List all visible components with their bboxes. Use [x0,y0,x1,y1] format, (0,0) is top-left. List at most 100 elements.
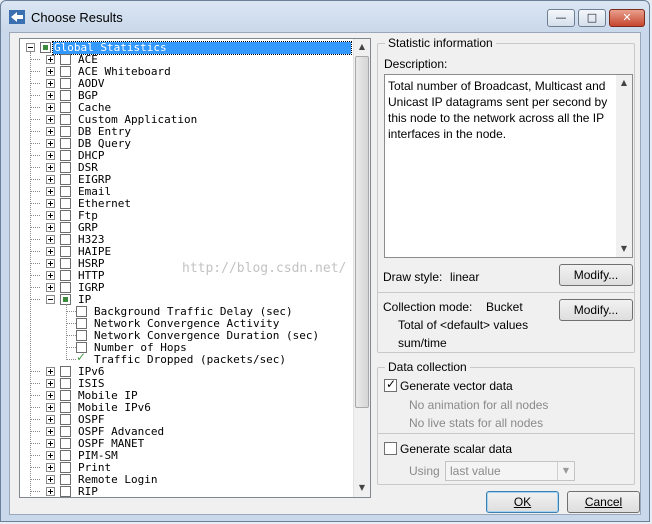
tree-expand-icon[interactable] [46,439,55,448]
tree-expand-icon[interactable] [46,475,55,484]
tree-item-checkbox[interactable] [60,198,71,209]
tree-item-checkbox[interactable] [60,102,71,113]
tree-item[interactable]: ACE [20,54,353,66]
tree-scrollbar[interactable]: ▲ ▼ [353,39,370,497]
tree-child-item[interactable]: Traffic Dropped (packets/sec) [20,351,353,366]
tree-expand-icon[interactable] [46,391,55,400]
tree-item[interactable]: BGP [20,90,353,102]
draw-style-modify-button[interactable]: Modify... [559,264,633,286]
tree-expand-icon[interactable] [46,235,55,244]
tree-expander-collapse-icon[interactable] [26,43,35,52]
tree-expand-icon[interactable] [46,55,55,64]
tree-item-checkbox[interactable] [60,150,71,161]
tree-item[interactable]: EIGRP [20,174,353,186]
tree-item[interactable]: OSPF Advanced [20,426,353,438]
description-scrollbar[interactable]: ▲ ▼ [616,75,632,257]
using-select[interactable]: last value ▼ [445,461,575,481]
tree-item[interactable]: Print [20,462,353,474]
tree-expand-icon[interactable] [46,271,55,280]
tree-item[interactable]: Email [20,186,353,198]
tree-collapse-icon[interactable] [46,295,55,304]
ok-button[interactable]: OK [486,491,559,513]
tree-expand-icon[interactable] [46,175,55,184]
tree-expand-icon[interactable] [46,367,55,376]
vector-data-label[interactable]: Generate vector data [400,379,513,393]
tree-expand-icon[interactable] [46,223,55,232]
tree-expand-icon[interactable] [46,103,55,112]
tree-item[interactable]: H323 [20,234,353,246]
scroll-down-icon[interactable]: ▼ [354,480,370,496]
tree-item-checkbox[interactable] [60,66,71,77]
tree-expand-icon[interactable] [46,247,55,256]
tree-expand-icon[interactable] [46,151,55,160]
minimize-button[interactable]: — [547,9,575,27]
tree-item[interactable]: Mobile IP [20,390,353,402]
vector-data-checkbox[interactable] [384,377,397,392]
cancel-button[interactable]: Cancel [567,491,640,513]
tree-expand-icon[interactable] [46,199,55,208]
tree-expand-icon[interactable] [46,463,55,472]
tree-item-checkbox[interactable] [60,54,71,65]
check-icon[interactable] [76,351,87,365]
tree-item-checkbox[interactable] [60,234,71,245]
scroll-up-icon[interactable]: ▲ [354,39,370,55]
tree-item-checkbox[interactable] [60,162,71,173]
tree-item[interactable]: Mobile IPv6 [20,402,353,414]
tree-item-checkbox[interactable] [60,210,71,221]
tree-item-checkbox[interactable] [60,90,71,101]
tree-item[interactable]: DB Query [20,138,353,150]
tree-item-checkbox[interactable] [60,138,71,149]
tree-item[interactable]: Ftp [20,210,353,222]
tree-expand-icon[interactable] [46,403,55,412]
tree-item-checkbox[interactable] [60,450,71,461]
tree-item[interactable]: DSR [20,162,353,174]
tree-expand-icon[interactable] [46,115,55,124]
tree-item-checkbox[interactable] [60,270,71,281]
chevron-down-icon[interactable]: ▼ [557,462,574,480]
tree-item-checkbox[interactable] [60,414,71,425]
tree-item[interactable]: Ethernet [20,198,353,210]
scroll-thumb[interactable] [355,56,369,408]
tree-item-checkbox[interactable] [60,462,71,473]
tree-expand-icon[interactable] [46,79,55,88]
tree-expand-icon[interactable] [46,415,55,424]
tree-item-checkbox[interactable] [60,174,71,185]
tree-item[interactable]: PIM-SM [20,450,353,462]
tree-expand-icon[interactable] [46,451,55,460]
tree-expand-icon[interactable] [46,163,55,172]
maximize-button[interactable]: □ [578,9,606,27]
tree-item[interactable]: Remote Login [20,474,353,486]
tree-expand-icon[interactable] [46,91,55,100]
tree-item-checkbox[interactable] [60,222,71,233]
collection-mode-modify-button[interactable]: Modify... [559,299,633,321]
tree-item-checkbox[interactable] [60,438,71,449]
tree-expand-icon[interactable] [46,259,55,268]
tree-item-checkbox[interactable] [60,366,71,377]
tree-item[interactable]: IPv6 [20,366,353,378]
tree-item[interactable]: ACE Whiteboard [20,66,353,78]
tree-child-checkbox[interactable] [76,306,87,317]
tree-expand-icon[interactable] [46,139,55,148]
tree-item[interactable]: RIP [20,486,353,497]
tree-item-checkbox[interactable] [60,78,71,89]
tree-item-checkbox[interactable] [60,258,71,269]
close-button[interactable]: ✕ [609,9,645,27]
desc-scroll-down-icon[interactable]: ▼ [616,241,632,257]
tree-root-checkbox[interactable] [40,42,51,53]
tree-item[interactable]: HAIPE [20,246,353,258]
tree-item[interactable]: OSPF [20,414,353,426]
tree-item-checkbox[interactable] [60,126,71,137]
tree-item[interactable]: DB Entry [20,126,353,138]
tree-child-checkbox[interactable] [76,330,87,341]
tree-expand-icon[interactable] [46,127,55,136]
tree-item-checkbox[interactable] [60,402,71,413]
tree-item-checkbox[interactable] [60,282,71,293]
tree-child-checkbox[interactable] [76,318,87,329]
tree-expand-icon[interactable] [46,67,55,76]
tree-expand-icon[interactable] [46,283,55,292]
tree-item[interactable]: OSPF MANET [20,438,353,450]
desc-scroll-up-icon[interactable]: ▲ [616,75,632,91]
tree-item[interactable]: IGRP [20,282,353,294]
tree-expand-icon[interactable] [46,487,55,496]
tree-expand-icon[interactable] [46,211,55,220]
